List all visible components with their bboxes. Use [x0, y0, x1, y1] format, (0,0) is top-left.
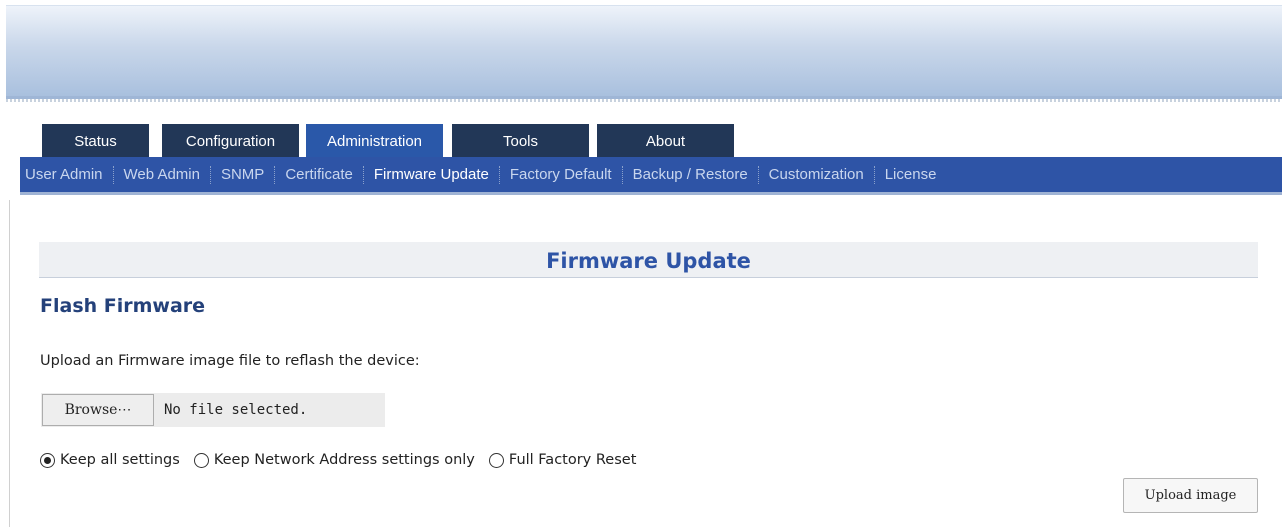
tab-tools[interactable]: Tools [452, 124, 589, 158]
subnav-firmware-update[interactable]: Firmware Update [364, 165, 500, 184]
tab-about[interactable]: About [597, 124, 734, 158]
section-title-bar: Firmware Update [39, 242, 1258, 278]
upload-image-button[interactable]: Upload image [1123, 478, 1258, 513]
radio-keep-all-settings[interactable] [40, 452, 55, 468]
upload-instruction: Upload an Firmware image file to reflash… [40, 353, 420, 369]
option-label: Keep all settings [60, 452, 180, 468]
content-left-border [9, 200, 10, 527]
section-title: Firmware Update [546, 249, 751, 273]
sub-navigation: User Admin Web Admin SNMP Certificate Fi… [20, 157, 1282, 195]
tab-administration[interactable]: Administration [306, 124, 443, 158]
subnav-user-admin[interactable]: User Admin [25, 165, 114, 184]
option-keep-network-address[interactable]: Keep Network Address settings only [193, 452, 475, 468]
reset-options: Keep all settings Keep Network Address s… [40, 452, 650, 468]
radio-keep-network-address[interactable] [193, 452, 209, 468]
option-full-factory-reset[interactable]: Full Factory Reset [488, 452, 637, 468]
browse-button[interactable]: Browse⋯ [42, 394, 154, 426]
tab-configuration[interactable]: Configuration [162, 124, 299, 158]
radio-selected-dot [44, 456, 51, 464]
subnav-factory-default[interactable]: Factory Default [500, 165, 623, 184]
subnav-customization[interactable]: Customization [759, 165, 875, 184]
radio-full-factory-reset[interactable] [488, 452, 504, 468]
subnav-backup-restore[interactable]: Backup / Restore [623, 165, 759, 184]
subnav-snmp[interactable]: SNMP [211, 165, 276, 184]
subnav-web-admin[interactable]: Web Admin [114, 165, 211, 184]
file-status-text: No file selected. [164, 402, 308, 418]
flash-firmware-heading: Flash Firmware [40, 295, 206, 317]
option-label: Keep Network Address settings only [213, 452, 475, 468]
option-keep-all-settings[interactable]: Keep all settings [40, 452, 180, 468]
header-banner [6, 5, 1282, 102]
file-input[interactable]: Browse⋯ No file selected. [41, 393, 385, 427]
option-label: Full Factory Reset [508, 452, 637, 468]
tab-status[interactable]: Status [42, 124, 149, 158]
subnav-license[interactable]: License [875, 166, 947, 184]
subnav-certificate[interactable]: Certificate [275, 165, 364, 184]
